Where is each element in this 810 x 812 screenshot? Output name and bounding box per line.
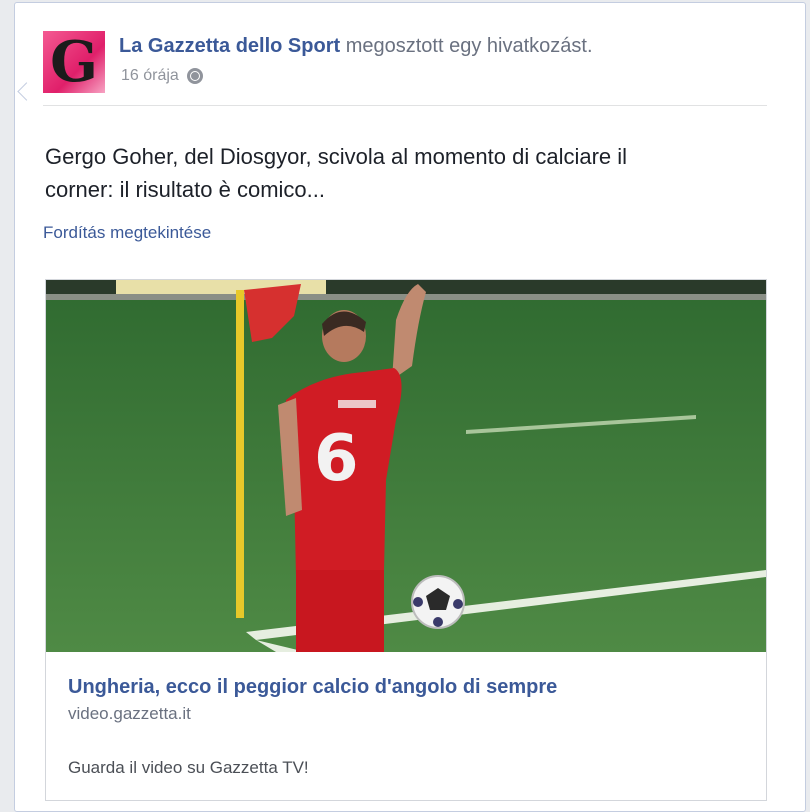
post-message-line: corner: il risultato è comico... [45,177,325,202]
post-timestamp[interactable]: 16 órája [121,67,179,85]
link-preview[interactable]: 6 Ungheria, ecco il peggior calcio d'ang… [45,279,767,801]
see-translation-link[interactable]: Fordítás megtekintése [43,223,211,243]
link-domain: video.gazzetta.it [68,704,191,723]
post-header: La Gazzetta dello Sport megosztott egy h… [119,35,593,58]
video-thumbnail[interactable]: 6 [46,280,766,652]
jersey-number: 6 [314,422,359,496]
globe-icon[interactable] [186,68,203,84]
header-divider [43,105,767,106]
link-title[interactable]: Ungheria, ecco il peggior calcio d'angol… [68,676,557,699]
video-thumbnail-image: 6 [46,280,766,652]
avatar-logo-letter: G [50,31,98,93]
post-meta: 16 órája [121,67,203,85]
post-card: G La Gazzetta dello Sport megosztott egy… [14,2,806,812]
page-avatar[interactable]: G [43,31,105,93]
post-action-text: megosztott egy hivatkozást. [345,35,593,57]
link-description: Guarda il video su Gazzetta TV! [68,758,309,777]
post-message-line: Gergo Goher, del Diosgyor, scivola al mo… [45,144,628,169]
page-name-link[interactable]: La Gazzetta dello Sport [119,35,340,57]
card-pointer [17,82,36,101]
post-message: Gergo Goher, del Diosgyor, scivola al mo… [45,140,765,206]
